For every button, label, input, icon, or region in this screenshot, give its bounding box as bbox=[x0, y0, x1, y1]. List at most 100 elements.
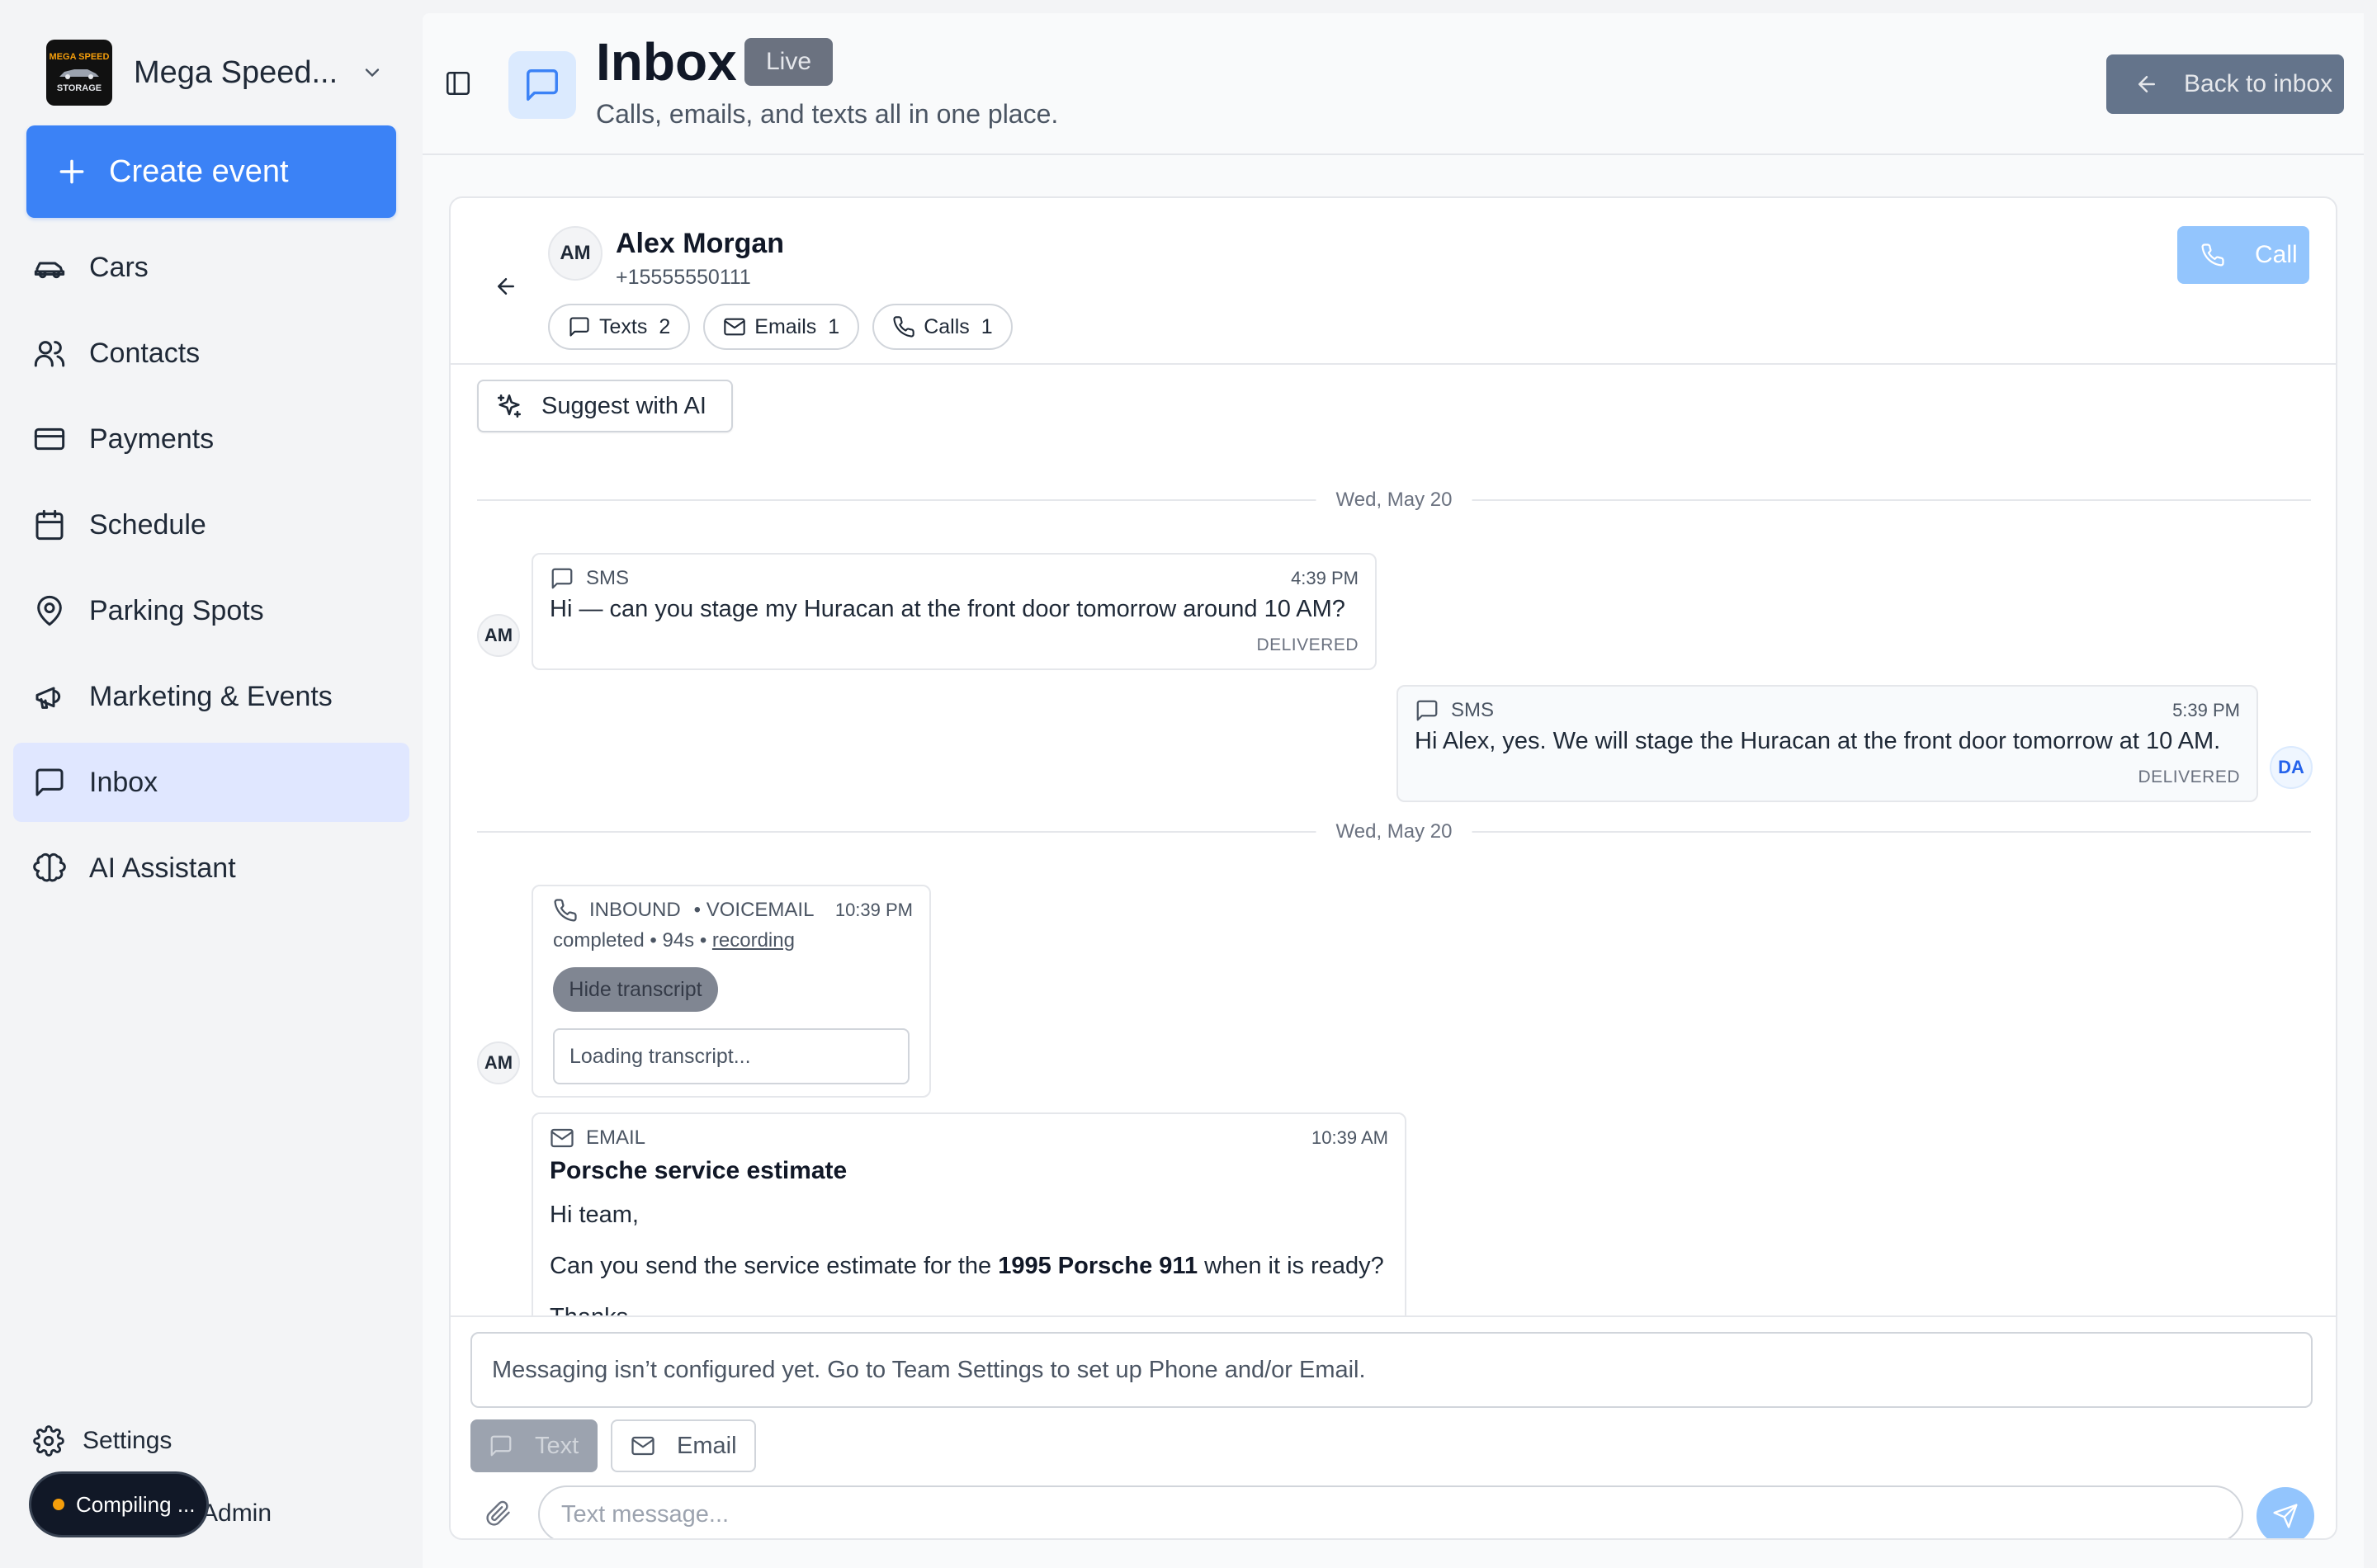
sidebar-item-settings[interactable]: Settings bbox=[33, 1418, 172, 1464]
delivery-status: DELIVERED bbox=[1256, 635, 1359, 654]
back-to-inbox-label: Back to inbox bbox=[2184, 70, 2333, 97]
message-header: SMS 5:39 PM bbox=[1415, 697, 2240, 725]
day-label: Wed, May 20 bbox=[1316, 815, 1472, 848]
chip-label: Emails bbox=[754, 314, 817, 338]
contact-header: AM Alex Morgan +15555550111 Texts 2 Emai… bbox=[451, 198, 2336, 365]
agent-avatar: DA bbox=[2270, 746, 2313, 789]
sidebar-item-cars[interactable]: Cars bbox=[13, 228, 409, 307]
call-button[interactable]: Call bbox=[2177, 226, 2309, 284]
email-bold-text: 1995 Porsche 911 bbox=[998, 1253, 1198, 1279]
message-type: SMS bbox=[1451, 699, 1495, 721]
message-body: Hi — can you stage my Huracan at the fro… bbox=[550, 596, 1345, 622]
sidebar-item-inbox[interactable]: Inbox bbox=[13, 743, 409, 822]
sidebar-item-schedule[interactable]: Schedule bbox=[13, 485, 409, 564]
create-event-button[interactable]: Create event bbox=[26, 125, 396, 218]
email-mode-button[interactable]: Email bbox=[611, 1419, 756, 1472]
sidebar-item-payments[interactable]: Payments bbox=[13, 399, 409, 479]
email-greeting: Hi team, bbox=[550, 1202, 639, 1228]
chip-count: 1 bbox=[828, 314, 840, 338]
suggest-with-ai-button[interactable]: Suggest with AI bbox=[477, 380, 733, 432]
calls-chip[interactable]: Calls 1 bbox=[872, 304, 1013, 350]
call-direction: INBOUND bbox=[589, 899, 681, 921]
texts-chip[interactable]: Texts 2 bbox=[548, 304, 691, 350]
credit-card-icon bbox=[34, 427, 65, 451]
message-square-icon bbox=[527, 69, 558, 101]
day-separator: Wed, May 20 bbox=[477, 484, 2311, 517]
sidebar-item-label: Parking Spots bbox=[89, 594, 264, 626]
sidebar-item-parking-spots[interactable]: Parking Spots bbox=[13, 571, 409, 650]
compiling-label: Compiling ... bbox=[76, 1491, 196, 1517]
suggest-with-ai-label: Suggest with AI bbox=[541, 392, 706, 419]
message-time: 4:39 PM bbox=[1291, 568, 1359, 588]
page-header: Inbox Live Calls, emails, and texts all … bbox=[423, 13, 2364, 155]
send-button[interactable] bbox=[2256, 1487, 2314, 1538]
text-mode-button[interactable]: Text bbox=[470, 1419, 598, 1472]
message-time: 5:39 PM bbox=[2172, 700, 2240, 720]
car-icon bbox=[34, 262, 65, 279]
sidebar-toggle-icon[interactable] bbox=[444, 69, 472, 97]
composer: Messaging isn’t configured yet. Go to Te… bbox=[451, 1315, 2336, 1538]
paperclip-icon[interactable] bbox=[485, 1500, 512, 1527]
chevron-down-icon bbox=[366, 68, 380, 78]
phone-icon bbox=[893, 316, 914, 338]
message-square-icon bbox=[35, 768, 64, 796]
emails-chip[interactable]: Emails 1 bbox=[703, 304, 860, 350]
message-time: 10:39 PM bbox=[834, 900, 913, 920]
brand-logo: MEGA SPEED STORAGE bbox=[46, 40, 112, 106]
conversation-card: AM Alex Morgan +15555550111 Texts 2 Emai… bbox=[449, 196, 2337, 1540]
message-header: SMS 4:39 PM bbox=[550, 564, 1359, 593]
create-event-label: Create event bbox=[109, 153, 289, 189]
message-square-icon bbox=[1416, 700, 1438, 721]
call-meta-text: completed • 94s • bbox=[553, 929, 712, 952]
recording-link[interactable]: recording bbox=[712, 929, 795, 952]
channel-toggle: Text Email bbox=[470, 1419, 769, 1472]
email-text: Can you send the service estimate for th… bbox=[550, 1253, 999, 1279]
gear-icon bbox=[33, 1425, 64, 1457]
calendar-icon bbox=[35, 509, 64, 541]
message-header: INBOUND • VOICEMAIL 10:39 PM bbox=[553, 896, 913, 924]
email-body-line: Can you send the service estimate for th… bbox=[550, 1253, 1384, 1280]
sidebar-item-ai-assistant[interactable]: AI Assistant bbox=[13, 829, 409, 908]
transcript-box: Loading transcript... bbox=[553, 1028, 910, 1084]
sidebar-item-label: Contacts bbox=[89, 337, 201, 369]
email-text: when it is ready? bbox=[1198, 1253, 1384, 1279]
day-separator: Wed, May 20 bbox=[477, 815, 2311, 848]
compiling-indicator: Compiling ... bbox=[31, 1474, 206, 1535]
message-time: 10:39 AM bbox=[1311, 1127, 1388, 1148]
message-header: EMAIL 10:39 AM bbox=[550, 1124, 1388, 1152]
sidebar-item-label: Marketing & Events bbox=[89, 680, 333, 712]
sidebar: MEGA SPEED STORAGE Mega Speed... Create … bbox=[0, 0, 421, 1568]
call-label: Call bbox=[2255, 241, 2298, 268]
sidebar-item-marketing-events[interactable]: Marketing & Events bbox=[13, 657, 409, 736]
call-meta: completed • 94s • recording bbox=[553, 929, 795, 952]
message-input[interactable] bbox=[538, 1485, 2243, 1538]
arrow-left-icon[interactable] bbox=[494, 274, 518, 299]
sender-avatar: AM bbox=[477, 1041, 520, 1084]
sidebar-item-label: AI Assistant bbox=[89, 852, 236, 884]
call-kind: • VOICEMAIL bbox=[693, 899, 815, 921]
sender-avatar: AM bbox=[477, 614, 520, 657]
logo-text-bottom: STORAGE bbox=[56, 83, 102, 93]
workspace-switcher[interactable]: MEGA SPEED STORAGE Mega Speed... bbox=[46, 40, 393, 106]
delivery-status: DELIVERED bbox=[2138, 767, 2240, 786]
sparkles-icon bbox=[497, 394, 522, 418]
send-icon bbox=[2273, 1504, 2298, 1528]
sidebar-item-contacts[interactable]: Contacts bbox=[13, 314, 409, 393]
back-to-inbox-button[interactable]: Back to inbox bbox=[2106, 54, 2344, 114]
plus-icon bbox=[59, 159, 84, 184]
text-mode-label: Text bbox=[535, 1432, 579, 1459]
sidebar-nav: Cars Contacts Payments Schedule Parking … bbox=[13, 228, 409, 914]
channel-filter-chips: Texts 2 Emails 1 Calls 1 bbox=[548, 304, 1026, 350]
live-badge: Live bbox=[744, 38, 834, 86]
message-type: EMAIL bbox=[586, 1126, 646, 1149]
page-title: Inbox bbox=[596, 32, 737, 92]
messaging-not-configured-notice: Messaging isn’t configured yet. Go to Te… bbox=[470, 1332, 2313, 1408]
page-subtitle: Calls, emails, and texts all in one plac… bbox=[596, 99, 1059, 129]
contact-avatar: AM bbox=[548, 226, 603, 281]
contact-name: Alex Morgan bbox=[616, 228, 785, 259]
settings-label: Settings bbox=[83, 1427, 172, 1454]
megaphone-icon bbox=[35, 687, 61, 709]
sidebar-item-label: Payments bbox=[89, 423, 215, 455]
arrow-left-icon bbox=[2138, 76, 2155, 92]
hide-transcript-button[interactable]: Hide transcript bbox=[553, 967, 718, 1012]
